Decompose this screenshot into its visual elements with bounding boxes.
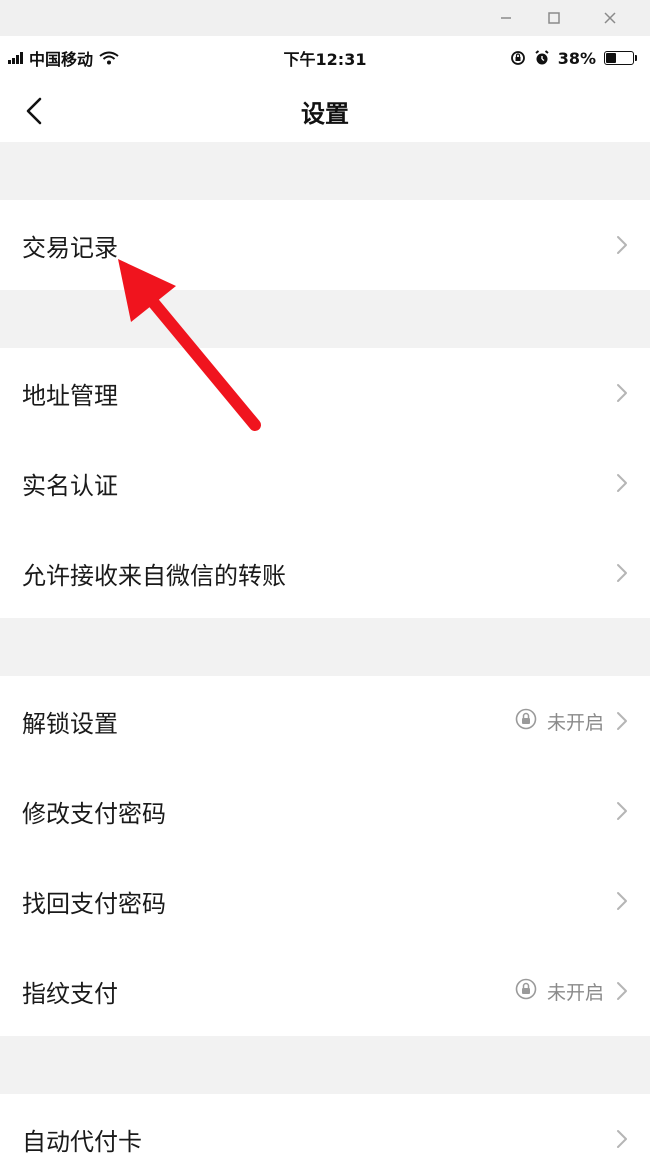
section-gap [0,1036,650,1094]
status-left: 中国移动 [8,46,119,70]
row-chevron [614,800,630,822]
settings-list: 交易记录 地址管理 实名认证 允许接收来自微信的转账 解锁设置 未开启 修改支付密码 找回支付… [0,142,650,1161]
row-right [614,890,630,912]
row-chevron [614,234,630,256]
carrier-name: 中国移动 [29,50,94,69]
row-chevron [614,710,630,732]
chevron-right-icon [617,982,627,1000]
row-chevron [614,562,630,584]
row-right [614,800,630,822]
settings-row[interactable]: 自动代付卡 [0,1094,650,1161]
row-right [614,382,630,404]
row-label: 修改支付密码 [22,799,166,828]
wifi-icon [99,51,119,65]
row-right [614,1128,630,1150]
row-label: 找回支付密码 [22,889,166,918]
row-label: 允许接收来自微信的转账 [22,561,286,590]
minimize-button[interactable] [482,0,530,36]
row-right: 未开启 [515,978,630,1005]
alarm-icon [535,50,549,65]
lock-icon [515,978,537,1000]
status-lock [515,708,537,734]
row-right [614,234,630,256]
status-lock [515,978,537,1004]
nav-bar: 设置 [0,80,650,142]
row-right: 未开启 [515,708,630,735]
settings-row[interactable]: 允许接收来自微信的转账 [0,528,650,618]
close-icon [604,12,616,24]
chevron-right-icon [617,892,627,910]
row-label: 地址管理 [22,381,118,410]
row-label: 交易记录 [22,233,118,262]
chevron-right-icon [617,474,627,492]
rotation-lock-icon [510,51,525,65]
chevron-left-icon [26,97,42,125]
section-gap [0,142,650,200]
status-right: 38% [510,48,637,68]
cellular-signal-icon [8,52,23,64]
status-bar: 中国移动 下午12:31 38% [0,36,650,80]
row-label: 自动代付卡 [22,1127,142,1156]
page-title: 设置 [301,99,349,128]
settings-row[interactable]: 找回支付密码 [0,856,650,946]
section-gap [0,618,650,676]
settings-row[interactable]: 地址管理 [0,348,650,438]
chevron-right-icon [617,384,627,402]
settings-row[interactable]: 交易记录 [0,200,650,290]
back-button[interactable] [14,91,54,131]
chevron-right-icon [617,236,627,254]
chevron-right-icon [617,712,627,730]
row-status: 未开启 [546,981,604,1004]
chevron-right-icon [617,564,627,582]
battery-level-fill [606,53,616,63]
battery-icon [604,51,637,65]
battery-percent: 38% [557,48,596,68]
chevron-right-icon [617,1130,627,1148]
window-titlebar [0,0,650,36]
minimize-icon [501,17,511,19]
row-chevron [614,472,630,494]
maximize-icon [548,12,560,24]
row-label: 指纹支付 [22,979,118,1008]
lock-icon [515,708,537,730]
row-label: 实名认证 [22,471,118,500]
settings-row[interactable]: 修改支付密码 [0,766,650,856]
row-right [614,472,630,494]
row-chevron [614,890,630,912]
chevron-right-icon [617,802,627,820]
row-label: 解锁设置 [22,709,118,738]
row-right [614,562,630,584]
settings-row[interactable]: 解锁设置 未开启 [0,676,650,766]
settings-row[interactable]: 实名认证 [0,438,650,528]
section-gap [0,290,650,348]
row-status: 未开启 [546,711,604,734]
maximize-button[interactable] [530,0,578,36]
settings-row[interactable]: 指纹支付 未开启 [0,946,650,1036]
row-chevron [614,1128,630,1150]
close-button[interactable] [586,0,634,36]
row-chevron [614,382,630,404]
row-chevron [614,980,630,1002]
